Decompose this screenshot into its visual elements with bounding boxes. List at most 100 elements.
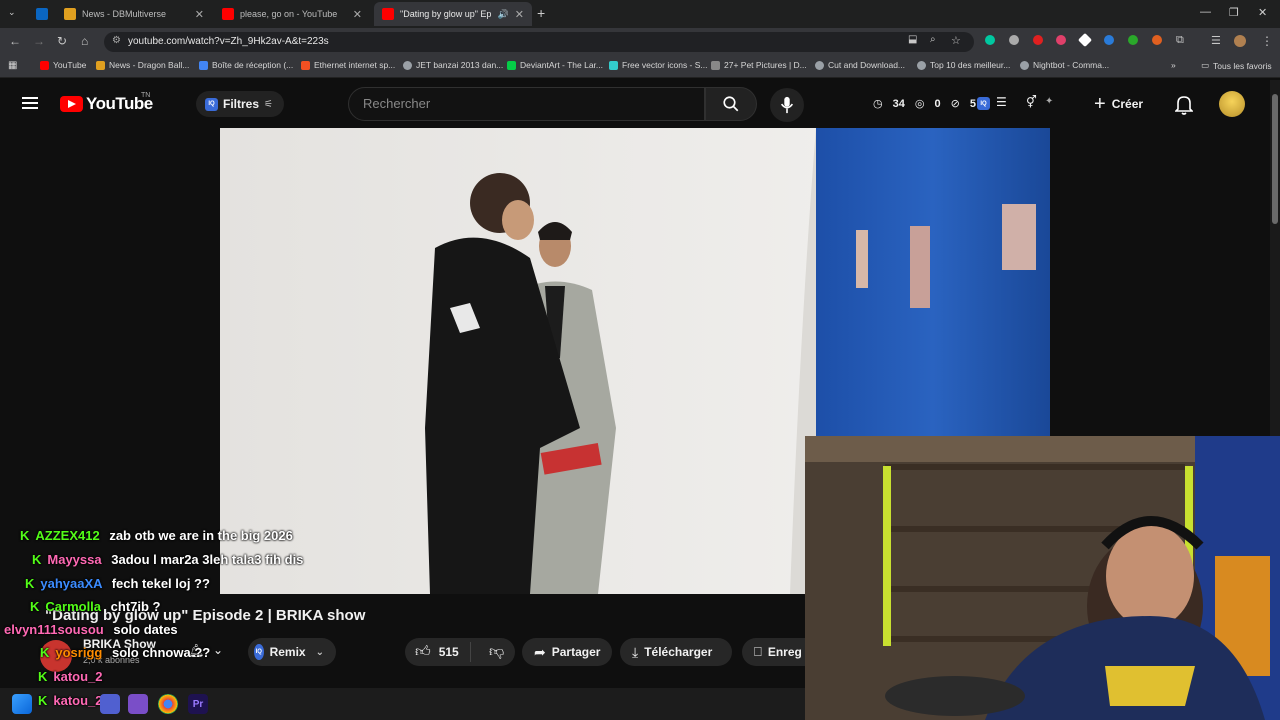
tab-linkedin[interactable]: [28, 2, 52, 26]
extension-icon[interactable]: [1009, 35, 1019, 45]
download-button[interactable]: ⤓ Télécharger: [620, 638, 732, 666]
chat-message: K Mayyssa 3adou l mar2a 3leh tala3 fih di…: [32, 552, 304, 567]
share-icon: ➦: [534, 643, 546, 660]
chrome-icon[interactable]: [158, 694, 178, 714]
globe-icon: [815, 60, 824, 70]
bookmark-item[interactable]: Cut and Download...: [815, 60, 905, 70]
home-icon[interactable]: ⌂: [81, 34, 88, 48]
bookmark-item[interactable]: Boîte de réception (...: [199, 60, 293, 70]
premiere-pro-icon[interactable]: Pr: [188, 694, 208, 714]
close-icon[interactable]: ✕: [353, 8, 362, 21]
menu-kebab-icon[interactable]: ⋮: [1261, 34, 1273, 48]
mail-icon: [199, 60, 208, 70]
extension-icon[interactable]: [1056, 35, 1066, 45]
bookmark-item[interactable]: Free vector icons - S...: [609, 60, 708, 70]
streamer-webcam: [805, 436, 1280, 720]
filters-button[interactable]: IQ Filtres ⚟: [196, 91, 284, 117]
bookmark-item[interactable]: Top 10 des meilleur...: [917, 60, 1010, 70]
forward-icon[interactable]: →: [33, 34, 45, 48]
remix-icon: IQ: [254, 644, 264, 660]
chevron-down-icon[interactable]: ⌄: [213, 643, 223, 657]
apps-grid-icon[interactable]: ▦: [8, 60, 17, 71]
extension-icon[interactable]: [1128, 35, 1138, 45]
tab-title: please, go on - YouTube: [240, 9, 338, 19]
chat-message: KyahyaaXA fech tekel loj ??: [25, 576, 210, 591]
like-button[interactable]: 👍︎ 515: [405, 642, 471, 662]
create-button[interactable]: + Créer: [1094, 91, 1154, 117]
tab-dbmultiverse[interactable]: News - DBMultiverse ✕: [56, 2, 212, 26]
taskbar-app-icon[interactable]: [100, 694, 120, 714]
kick-badge-icon: K: [38, 669, 48, 684]
reload-icon[interactable]: ↻: [57, 34, 67, 48]
hidden-eye-icon: ⊘: [950, 98, 960, 110]
close-window-icon[interactable]: ✕: [1258, 6, 1267, 19]
thumbs-down-icon[interactable]: 👎︎: [477, 643, 504, 661]
extension-icon[interactable]: [985, 35, 995, 45]
search-input[interactable]: Rechercher: [348, 87, 705, 121]
extension-stats: ◷ 34 ◎ 0 ⊘ 5: [873, 97, 976, 111]
bookmark-item[interactable]: Ethernet internet sp...: [301, 60, 395, 70]
install-app-icon[interactable]: ⬓: [908, 34, 917, 45]
extension-icon[interactable]: [1033, 35, 1043, 45]
close-icon[interactable]: ✕: [195, 8, 204, 21]
windows-start-icon[interactable]: [12, 694, 32, 714]
youtube-logo-icon[interactable]: [60, 96, 83, 112]
taskbar-app-icon[interactable]: [128, 694, 148, 714]
url-field[interactable]: ⚙ youtube.com/watch?v=Zh_9Hk2av-A&t=223s: [104, 32, 974, 52]
eye-icon: ◎: [914, 98, 925, 110]
voice-search-button[interactable]: [770, 88, 804, 122]
bookmark-star-icon[interactable]: ☆: [951, 34, 961, 47]
deviantart-icon: [507, 60, 516, 70]
hamburger-menu-icon[interactable]: [22, 97, 38, 109]
tab-title: "Dating by glow up" Episod: [400, 9, 492, 19]
save-button[interactable]: ⎕ Enreg: [742, 638, 805, 666]
profile-avatar[interactable]: [1234, 35, 1246, 47]
tab-please-go-on[interactable]: please, go on - YouTube ✕: [214, 2, 370, 26]
plus-icon: +: [1094, 92, 1106, 115]
site-info-icon[interactable]: ⚙: [112, 35, 121, 46]
maximize-icon[interactable]: ❐: [1229, 6, 1239, 19]
iq-extension-icon[interactable]: IQ: [977, 97, 990, 110]
dbmultiverse-icon: [96, 60, 105, 70]
webcam-frame: [805, 436, 1280, 720]
bookmark-item[interactable]: DeviantArt - The Lar...: [507, 60, 603, 70]
bookmark-item[interactable]: News - Dragon Ball...: [96, 60, 189, 70]
gender-filter-icon[interactable]: ⚥: [1026, 95, 1037, 109]
search-button[interactable]: [705, 87, 757, 121]
speaker-icon[interactable]: 🔊: [498, 9, 509, 20]
sparkle-icon[interactable]: ✦: [1045, 96, 1053, 107]
back-icon[interactable]: ←: [9, 34, 21, 48]
tab-search-icon[interactable]: ⌄: [8, 7, 16, 18]
list-settings-icon[interactable]: ☰: [996, 95, 1007, 109]
kick-badge-icon: K: [25, 576, 35, 591]
reading-list-icon[interactable]: ☰: [1211, 34, 1221, 47]
chat-message: K Carmolla cht7ib ?: [30, 599, 161, 614]
flaticon-icon: [609, 60, 618, 70]
tab-dating-by-glow-up[interactable]: "Dating by glow up" Episod 🔊 ✕: [374, 2, 532, 26]
windows-taskbar: [0, 688, 805, 720]
remix-button[interactable]: IQ Remix ⌄: [248, 638, 336, 666]
dbmultiverse-icon: [64, 8, 76, 20]
extension-icon[interactable]: [1104, 35, 1114, 45]
share-button[interactable]: ➦ Partager: [522, 638, 612, 666]
user-avatar[interactable]: [1219, 91, 1245, 117]
extensions-puzzle-icon[interactable]: ⧉: [1176, 34, 1184, 47]
new-tab-button[interactable]: +: [537, 5, 545, 21]
download-icon: ⤓: [632, 643, 639, 660]
notifications-button[interactable]: [1174, 95, 1194, 120]
close-icon[interactable]: ✕: [515, 8, 524, 21]
bookmark-item[interactable]: JET banzai 2013 dan...: [403, 60, 503, 70]
youtube-icon: [222, 8, 234, 20]
bookmark-item[interactable]: YouTube: [40, 60, 86, 70]
bookmark-item[interactable]: 27+ Pet Pictures | D...: [711, 60, 807, 70]
scrollbar-thumb[interactable]: [1272, 94, 1278, 224]
zoom-icon[interactable]: ⌕: [930, 34, 936, 45]
minimize-icon[interactable]: —: [1200, 6, 1211, 18]
all-bookmarks[interactable]: ▭ Tous les favoris: [1201, 60, 1272, 71]
bookmark-item[interactable]: Nightbot - Comma...: [1020, 60, 1109, 70]
bell-icon: [1174, 96, 1194, 115]
bookmarks-overflow-icon[interactable]: »: [1171, 60, 1176, 70]
pet-icon: [711, 60, 720, 70]
extension-icon[interactable]: [1152, 35, 1162, 45]
chat-message: Kkatou_2: [38, 693, 103, 708]
